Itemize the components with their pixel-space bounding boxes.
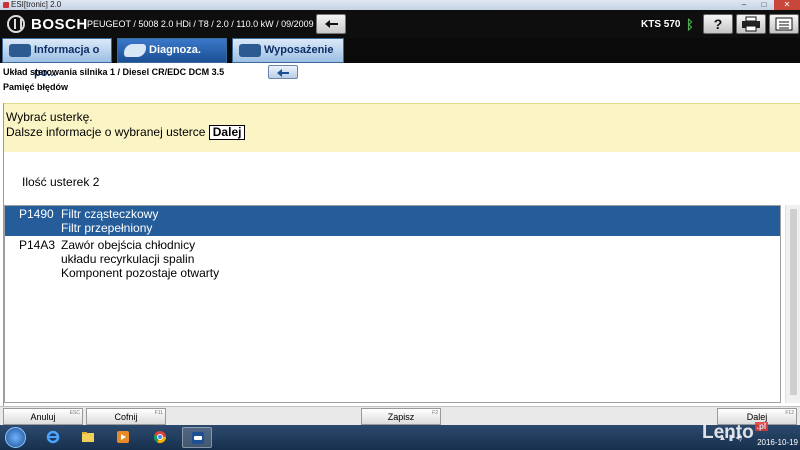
fault-memory-panel: Wybrać usterkę. Dalsze informacje o wybr…: [3, 103, 800, 406]
main-tabs: Informacja o po... Diagnoza. Wyposażenie: [0, 38, 800, 79]
button-label: Dalej: [746, 412, 768, 422]
key-hint: F12: [785, 410, 794, 416]
vehicle-back-button[interactable]: [316, 14, 346, 34]
close-button[interactable]: ✕: [774, 0, 800, 10]
button-label: Cofnij: [114, 412, 138, 422]
taskbar-media-player[interactable]: [108, 427, 138, 448]
tab-vehicle-info[interactable]: Informacja o po...: [2, 38, 112, 79]
button-label: Anuluj: [30, 412, 56, 422]
instruction-notice: Wybrać usterkę. Dalsze informacje o wybr…: [4, 103, 800, 152]
chrome-icon: [153, 431, 166, 444]
fault-text: Filtr cząsteczkowy: [61, 207, 159, 221]
app-icon: [3, 1, 9, 8]
key-hint: F2: [432, 410, 438, 416]
printer-icon: [742, 16, 760, 32]
car-info-icon: [9, 44, 31, 57]
device-name: KTS 570: [641, 19, 681, 30]
fault-text: Komponent pozostaje otwarty: [61, 266, 220, 280]
fault-row-p14a3[interactable]: P14A3 Zawór obejścia chłodnicy układu re…: [5, 237, 780, 281]
start-button[interactable]: [5, 427, 26, 448]
tab-diagnosis[interactable]: Diagnoza.: [117, 38, 227, 63]
breadcrumb: Układ sterowania silnika 1 / Diesel CR/E…: [3, 67, 225, 77]
watermark-suffix: .pl: [754, 422, 769, 431]
taskbar-file-explorer[interactable]: [73, 427, 103, 448]
taskbar-chrome[interactable]: [145, 427, 175, 448]
bosch-logo-icon: [7, 15, 25, 33]
back-button[interactable]: Cofnij F11: [86, 408, 166, 425]
file-explorer-icon: [82, 432, 94, 442]
app-header: BOSCH PEUGEOT / 5008 2.0 HDi / T8 / 2.0 …: [0, 10, 800, 38]
fault-list: P1490 Filtr cząsteczkowy Filtr przepełni…: [4, 205, 781, 403]
button-label: Zapisz: [387, 412, 415, 422]
window-controls: – □ ✕: [734, 0, 800, 10]
fault-code: P14A3: [19, 238, 56, 252]
fault-count: Ilość usterek 2: [22, 175, 100, 189]
fault-code: P1490: [19, 207, 54, 221]
breadcrumb-back-button[interactable]: [268, 65, 298, 79]
help-button[interactable]: ?: [703, 14, 733, 34]
tab-equipment[interactable]: Wyposażenie: [232, 38, 344, 63]
minimize-button[interactable]: –: [734, 0, 754, 10]
menu-button[interactable]: [769, 14, 799, 34]
fault-description: Filtr cząsteczkowy Filtr przepełniony: [61, 207, 158, 235]
key-hint: ESC: [69, 410, 80, 416]
instruction-line: Dalsze informacje o wybranej usterce: [6, 125, 206, 139]
fault-text: Filtr przepełniony: [61, 221, 153, 235]
function-key-bar: Anuluj ESC Cofnij F11 Zapisz F2 Dalej F1…: [0, 406, 800, 425]
scrollbar-thumb[interactable]: [790, 209, 797, 395]
page-title: Pamięć błędów: [3, 82, 69, 92]
equipment-icon: [239, 44, 261, 57]
fault-list-scrollbar[interactable]: [785, 205, 800, 403]
diagnosis-icon: [124, 44, 146, 57]
menu-list-icon: [775, 17, 793, 31]
inline-next-button[interactable]: Dalej: [208, 125, 246, 140]
window-title: ESI[tronic] 2.0: [11, 0, 62, 9]
back-arrow-icon: [277, 69, 289, 77]
fault-row-p1490[interactable]: P1490 Filtr cząsteczkowy Filtr przepełni…: [5, 206, 780, 236]
windows-taskbar: ▲ ▮ ◂) 2016-10-19: [0, 425, 800, 450]
fault-text: układu recyrkulacji spalin: [61, 252, 195, 266]
back-arrow-icon: [325, 20, 338, 28]
maximize-button[interactable]: □: [754, 0, 774, 10]
tab-label: Diagnoza.: [149, 44, 201, 56]
print-button[interactable]: [736, 14, 766, 34]
taskbar-esitronic[interactable]: [182, 427, 212, 448]
instruction-line: Wybrać usterkę.: [6, 110, 93, 124]
fault-text: Zawór obejścia chłodnicy: [61, 238, 196, 252]
brand-name: BOSCH: [31, 16, 88, 33]
bluetooth-icon: ᛒ: [686, 17, 694, 32]
vehicle-info: PEUGEOT / 5008 2.0 HDi / T8 / 2.0 / 110.…: [87, 19, 346, 29]
window-title-bar: ESI[tronic] 2.0 – □ ✕: [0, 0, 800, 10]
key-hint: F11: [154, 410, 163, 416]
save-button[interactable]: Zapisz F2: [361, 408, 441, 425]
cancel-button[interactable]: Anuluj ESC: [3, 408, 83, 425]
lento-watermark: Lento .pl: [702, 422, 769, 444]
esitronic-icon: [192, 432, 204, 444]
fault-description: Zawór obejścia chłodnicy układu recyrkul…: [61, 238, 219, 280]
tab-label: Wyposażenie: [264, 44, 334, 56]
media-player-icon: [117, 431, 129, 443]
watermark-text: Lento: [702, 422, 754, 443]
internet-explorer-icon: [46, 430, 60, 444]
taskbar-internet-explorer[interactable]: [38, 427, 68, 448]
